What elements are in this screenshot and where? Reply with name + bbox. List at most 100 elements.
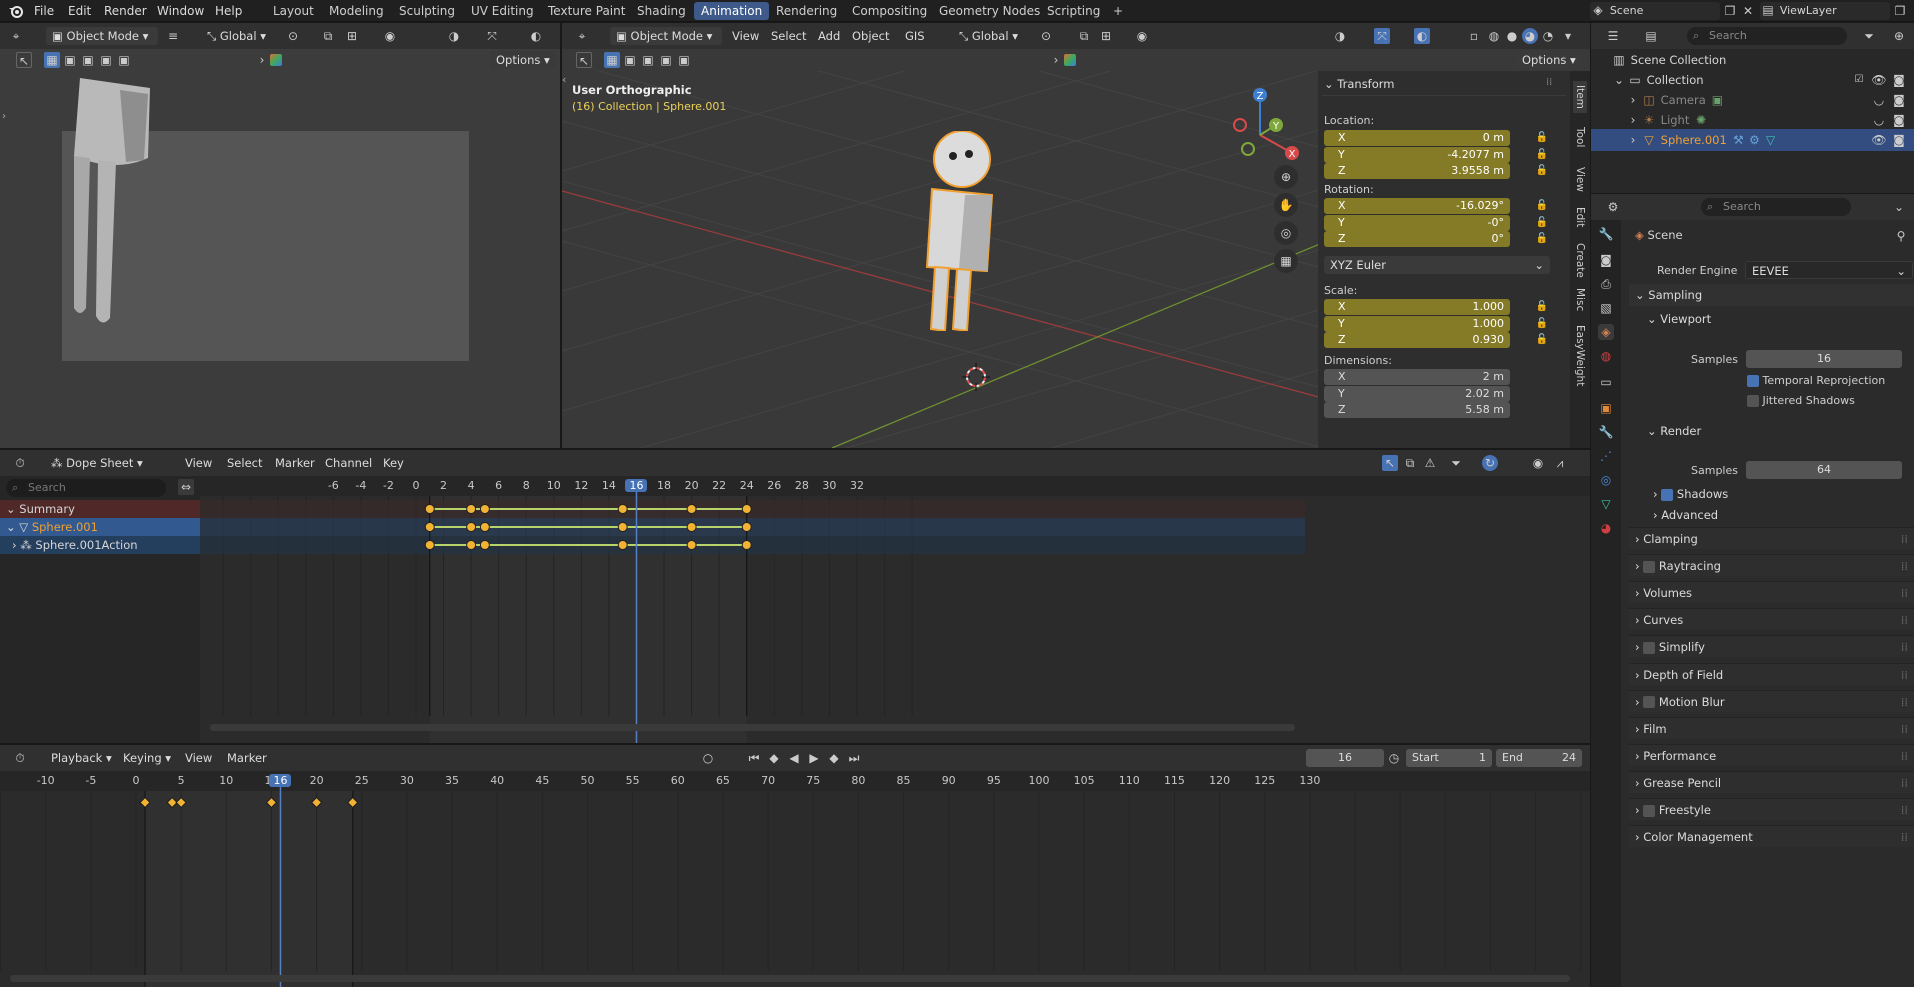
dopesheet-menu-channel[interactable]: Channel — [320, 454, 377, 472]
menu-add[interactable]: Add — [813, 27, 845, 45]
jittered-shadows-checkbox[interactable]: Jittered Shadows — [1747, 394, 1855, 407]
menu-render[interactable]: Render — [98, 0, 153, 22]
panel-curves[interactable]: › Curves ⁞⁞ — [1629, 608, 1914, 631]
start-frame-field[interactable]: Start 1 — [1406, 749, 1492, 767]
particles-tab-icon[interactable]: ⋰ — [1598, 448, 1614, 464]
outliner-row-scene-collection[interactable]: ▥ Scene Collection — [1611, 49, 1911, 71]
dopesheet-filter-icon[interactable]: ⏷ — [1448, 455, 1464, 471]
tool-tab-icon[interactable]: 🔧 — [1598, 226, 1614, 242]
menu-file[interactable]: File — [28, 0, 60, 22]
panel-raytracing[interactable]: › Raytracing ⁞⁞ — [1629, 554, 1914, 577]
channel-object[interactable]: ⌄ ▽ Sphere.001 — [0, 518, 200, 536]
channel-summary[interactable]: ⌄ Summary — [0, 500, 200, 518]
eye-icon[interactable]: 👁 — [1871, 72, 1887, 88]
jump-start-icon[interactable]: ⏮ — [746, 750, 762, 766]
show-hidden-icon[interactable]: ⧉ — [1402, 455, 1418, 471]
checkbox-unchecked-icon[interactable] — [1643, 560, 1656, 573]
drag-handle-icon[interactable]: ⁞⁞ — [1901, 799, 1908, 821]
timeline-menu-keying[interactable]: Keying ▾ — [118, 749, 176, 767]
left-options-button[interactable]: Options ▾ — [490, 51, 556, 69]
outliner-row-camera[interactable]: › ◫ Camera ▣ ◡ ◙ — [1611, 89, 1911, 111]
render-subpanel-header[interactable]: ⌄ Render — [1647, 420, 1701, 442]
properties-search-input[interactable]: ⌕ Search — [1701, 198, 1851, 216]
left-orientation-dropdown[interactable]: ⤡ Global ▾ — [202, 27, 271, 45]
outliner-search-input[interactable]: ⌕ Search — [1687, 27, 1847, 45]
transform-header[interactable]: ⌄ Transform — [1324, 77, 1395, 91]
panel-motion-blur[interactable]: › Motion Blur ⁞⁞ — [1629, 689, 1914, 712]
view-layer-selector[interactable]: ▤ ViewLayer — [1760, 2, 1890, 20]
timeline-keyframe-region[interactable]: -10-505101520253035404550556065707580859… — [0, 771, 1590, 987]
shadows-subpanel-header[interactable]: › Shadows — [1653, 483, 1728, 505]
only-errors-icon[interactable]: ⚠ — [1422, 455, 1438, 471]
material-shading-icon[interactable]: ◕ — [1522, 28, 1538, 44]
snap-target-icon[interactable]: ⊞ — [344, 28, 360, 44]
new-view-layer-icon[interactable]: ❐ — [1892, 3, 1908, 19]
select-intersect-icon[interactable]: ▣ — [116, 52, 132, 68]
tab-layout[interactable]: Layout — [266, 2, 321, 20]
scene-selector[interactable]: ◈ Scene — [1590, 2, 1720, 20]
timeline-menu-view[interactable]: View — [180, 749, 217, 767]
preview-range-icon[interactable]: ◷ — [1386, 750, 1402, 766]
new-scene-icon[interactable]: ❐ — [1722, 3, 1738, 19]
jump-end-icon[interactable]: ⏭ — [846, 750, 862, 766]
select-invert-icon[interactable]: ▣ — [98, 52, 114, 68]
eye-closed-icon[interactable]: ◡ — [1871, 92, 1887, 108]
drag-handle-icon[interactable]: ⁞⁞ — [1901, 609, 1908, 631]
render-engine-dropdown[interactable]: EEVEE ⌄ — [1745, 261, 1913, 279]
lock-icon[interactable]: 🔓 — [1534, 147, 1550, 163]
outliner-row-collection[interactable]: ⌄ ▭ Collection ☑ 👁 ◙ — [1611, 69, 1911, 91]
dopesheet-menu-marker[interactable]: Marker — [270, 454, 320, 472]
solid-shading-icon[interactable]: ● — [1504, 28, 1520, 44]
eye-closed-icon[interactable]: ◡ — [1871, 112, 1887, 128]
select-invert-icon-main[interactable]: ▣ — [658, 52, 674, 68]
play-icon[interactable]: ▶ — [806, 750, 822, 766]
pin-icon[interactable]: ⚲ — [1893, 228, 1909, 244]
checkbox-unchecked-icon[interactable] — [1643, 641, 1656, 654]
tab-item[interactable]: Item — [1573, 81, 1587, 113]
viewport-samples-field[interactable]: 16 — [1746, 350, 1902, 368]
snap-icon-main[interactable]: ⧉ — [1076, 28, 1092, 44]
select-tool-icon-main[interactable]: ↖ — [576, 52, 592, 68]
display-mode-icon[interactable]: ▤ — [1643, 28, 1659, 44]
snap-target-icon-main[interactable]: ⊞ — [1098, 28, 1114, 44]
only-selected-icon[interactable]: ↖ — [1382, 455, 1398, 471]
editor-type-icon[interactable]: ⌖ — [8, 28, 24, 44]
drag-handle-icon[interactable]: ⁞⁞ — [1901, 582, 1908, 604]
tab-sculpting[interactable]: Sculpting — [392, 2, 462, 20]
select-extend-icon[interactable]: ▣ — [62, 52, 78, 68]
panel-grease-pencil[interactable]: › Grease Pencil ⁞⁞ — [1629, 770, 1914, 793]
lock-icon[interactable]: 🔓 — [1534, 332, 1550, 348]
end-frame-field[interactable]: End 24 — [1496, 749, 1582, 767]
checkbox-unchecked-icon[interactable] — [1643, 804, 1656, 817]
camera-view-icon[interactable]: ◎ — [1274, 221, 1298, 245]
location-y-field[interactable]: Y -4.2077 m — [1324, 146, 1510, 163]
prev-keyframe-icon[interactable]: ◆ — [766, 750, 782, 766]
expand-chevron-icon[interactable]: › — [1625, 92, 1641, 108]
temporal-reprojection-checkbox[interactable]: Temporal Reprojection — [1747, 374, 1885, 387]
overlay-icon-main[interactable]: ◐ — [1414, 28, 1430, 44]
dopesheet-scrollbar[interactable] — [210, 724, 1295, 731]
3d-cursor-icon[interactable] — [962, 363, 990, 391]
proportional-icon[interactable]: ◉ — [1530, 455, 1546, 471]
menu-edit[interactable]: Edit — [62, 0, 97, 22]
checkbox-icon[interactable]: ☑ — [1851, 72, 1867, 88]
menu-view[interactable]: View — [727, 27, 764, 45]
panel-simplify[interactable]: › Simplify ⁞⁞ — [1629, 635, 1914, 658]
camera-render-icon[interactable]: ◙ — [1891, 112, 1907, 128]
drag-handle-icon[interactable]: ⁞⁞ — [1901, 664, 1908, 686]
panel-film[interactable]: › Film ⁞⁞ — [1629, 716, 1914, 739]
tab-animation[interactable]: Animation — [694, 2, 770, 20]
lock-icon[interactable]: 🔓 — [1534, 198, 1550, 214]
gizmo-icon-main[interactable]: ⤧ — [1374, 28, 1390, 44]
dopesheet-menu-key[interactable]: Key — [378, 454, 409, 472]
tab-view[interactable]: View — [1573, 163, 1587, 196]
proportional-edit-icon-main[interactable]: ◉ — [1134, 28, 1150, 44]
hamburger-icon[interactable]: ≡ — [165, 28, 181, 44]
main-mode-dropdown[interactable]: ▣ Object Mode ▾ — [610, 27, 722, 45]
outliner-row-sphere[interactable]: › ▽ Sphere.001 ⚒ ⚙ ▽ 👁 ◙ — [1591, 129, 1914, 151]
wireframe-shading-icon[interactable]: ◍ — [1486, 28, 1502, 44]
ortho-grid-icon[interactable]: ▦ — [1274, 249, 1298, 273]
location-x-field[interactable]: X 0 m — [1324, 130, 1510, 146]
lock-icon[interactable]: 🔓 — [1534, 299, 1550, 315]
tab-geometry-nodes[interactable]: Geometry Nodes — [932, 2, 1047, 20]
